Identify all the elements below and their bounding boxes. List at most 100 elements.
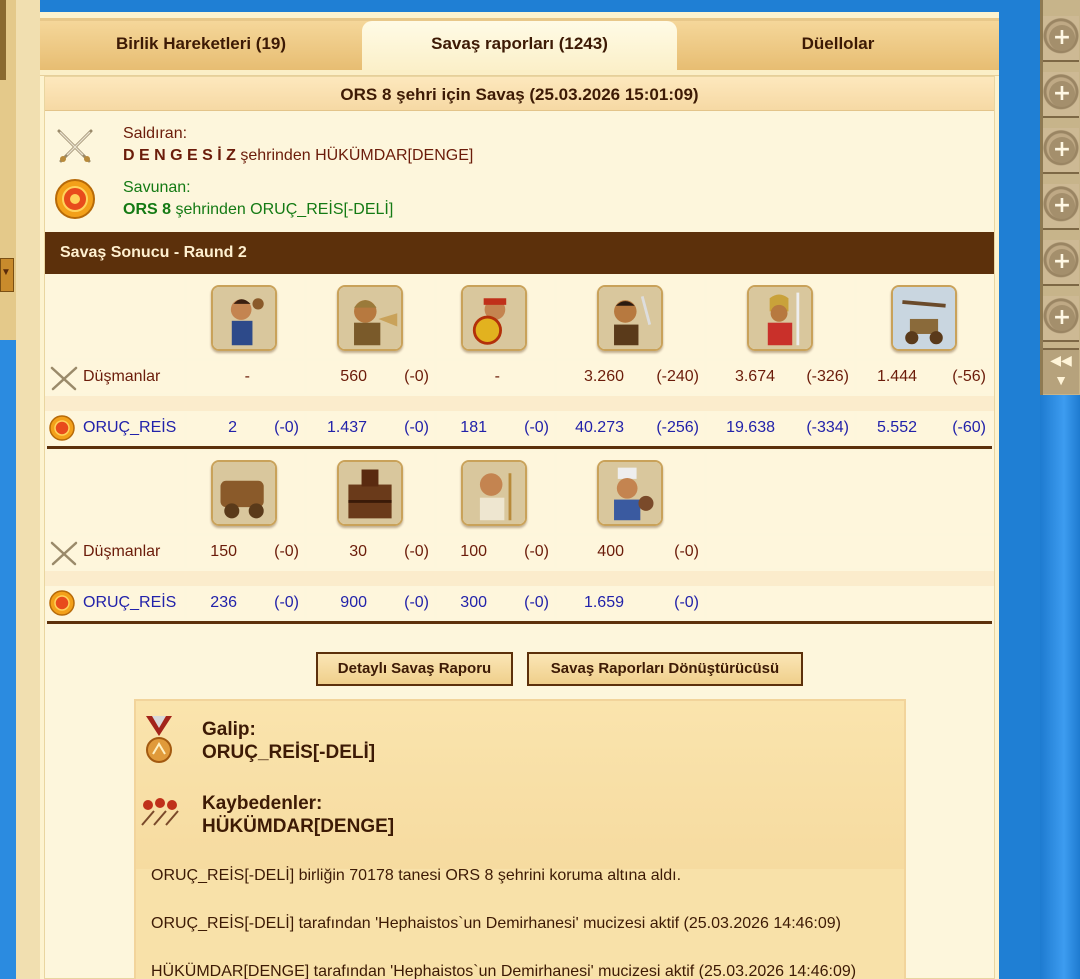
unit-cell <box>857 278 992 358</box>
losers-name[interactable]: HÜKÜMDAR[DENGE] <box>202 816 394 838</box>
own-count: 19.638 <box>726 419 775 436</box>
priest-unit-icon[interactable] <box>461 460 527 526</box>
unit-cell <box>557 453 704 533</box>
own-loss: (-60) <box>952 419 986 436</box>
own-count: 900 <box>340 594 367 611</box>
own-cell: 2 (-0) <box>187 412 304 444</box>
enemy-loss: (-240) <box>656 368 699 385</box>
unit-cell <box>307 278 434 358</box>
chariot-unit-icon[interactable] <box>211 460 277 526</box>
battle-result-header: Savaş Sonucu - Raund 2 <box>45 232 994 274</box>
attacker-label: Saldıran: <box>123 125 188 142</box>
unit-cell <box>187 278 304 358</box>
unit-cell <box>707 278 854 358</box>
right-rail: + + + + + + ◀◀ ▼ <box>1040 0 1080 979</box>
double-arrow-left-icon[interactable]: ◀◀ <box>1043 350 1079 370</box>
swordsman-unit-icon[interactable] <box>461 285 527 351</box>
own-player-label[interactable]: ORUÇ_REİS <box>83 594 176 612</box>
enemies-label-cell: Düşmanlar <box>47 361 184 393</box>
left-collapse-toggle[interactable] <box>0 258 14 292</box>
enemy-cell: 3.674 (-326) <box>707 361 854 393</box>
rail-scroll-arrows[interactable]: ◀◀ ▼ <box>1043 348 1079 394</box>
tab-battle-reports[interactable]: Savaş raporları (1243) <box>362 21 677 73</box>
catapult-unit-icon[interactable] <box>891 285 957 351</box>
arrow-down-icon[interactable]: ▼ <box>1043 370 1079 390</box>
rail-plus-button-3[interactable]: + <box>1043 128 1079 174</box>
attacker-city-link[interactable]: D E N G E S İ Z <box>123 147 236 164</box>
unit-cell <box>557 278 704 358</box>
own-loss: (-0) <box>404 419 429 436</box>
unit-cell <box>307 453 434 533</box>
rail-plus-button-1[interactable]: + <box>1043 16 1079 62</box>
attacker-line: D E N G E S İ Z şehrinden HÜKÜMDAR[DENGE… <box>123 147 473 165</box>
enemy-loss: (-326) <box>806 368 849 385</box>
plus-icon: + <box>1049 193 1075 219</box>
archer-unit-icon[interactable] <box>597 285 663 351</box>
unit-header-blank <box>47 453 184 533</box>
rail-plus-button-4[interactable]: + <box>1043 184 1079 230</box>
attacker-player[interactable]: şehrinden HÜKÜMDAR[DENGE] <box>236 147 473 164</box>
trader-unit-icon[interactable] <box>597 460 663 526</box>
enemy-count: 3.674 <box>734 368 775 385</box>
enemy-cell: 1.444 (-56) <box>857 361 992 393</box>
enemy-cell: 400 (-0) <box>557 536 704 568</box>
own-cell: 5.552 (-60) <box>857 412 992 444</box>
own-count: 1.437 <box>326 419 367 436</box>
own-count: 300 <box>460 594 487 611</box>
enemy-count: - <box>494 368 500 385</box>
battle-summary: Galip: ORUÇ_REİS[-DELİ] Kaybedenler: HÜK… <box>134 699 906 979</box>
tab-troop-movements[interactable]: Birlik Hareketleri (19) <box>40 21 362 73</box>
own-cell: 40.273 (-256) <box>557 412 704 444</box>
own-count: 1.659 <box>583 594 624 611</box>
shield-icon <box>55 179 95 219</box>
unit-cell <box>187 453 304 533</box>
empty-cell <box>707 453 992 533</box>
own-loss: (-0) <box>524 594 549 611</box>
left-sidebar-strip <box>0 0 16 979</box>
row-spacer <box>45 571 994 586</box>
empty-cell <box>707 536 992 568</box>
enemy-count: 30 <box>349 543 367 560</box>
detailed-report-button[interactable]: Detaylı Savaş Raporu <box>316 652 513 686</box>
enemy-cell: 150 (-0) <box>187 536 304 568</box>
enemy-count: 150 <box>210 543 237 560</box>
enemy-loss: (-0) <box>404 543 429 560</box>
own-loss: (-0) <box>274 594 299 611</box>
defender-city-link[interactable]: ORS 8 <box>123 201 171 218</box>
shield-icon <box>49 415 75 441</box>
unit-header-blank <box>47 278 184 358</box>
own-player-label[interactable]: ORUÇ_REİS <box>83 419 176 437</box>
own-loss: (-0) <box>524 419 549 436</box>
winner-name[interactable]: ORUÇ_REİS[-DELİ] <box>202 742 375 764</box>
left-frame <box>0 0 6 80</box>
enemy-loss: (-0) <box>524 543 549 560</box>
unit-cell <box>437 453 554 533</box>
shield-icon <box>49 590 75 616</box>
winner-label: Galip: <box>202 719 256 740</box>
hoplite-unit-icon[interactable] <box>337 285 403 351</box>
panel-border <box>16 0 40 979</box>
enemies-label: Düşmanlar <box>83 368 161 385</box>
rail-plus-button-5[interactable]: + <box>1043 240 1079 286</box>
enemy-cell: 560 (-0) <box>307 361 434 393</box>
rail-plus-button-2[interactable]: + <box>1043 72 1079 118</box>
report-converter-button[interactable]: Savaş Raporları Dönüştürücüsü <box>527 652 803 686</box>
tab-duels[interactable]: Düellolar <box>677 21 999 73</box>
own-cell: 181 (-0) <box>437 412 554 444</box>
own-count: 40.273 <box>575 419 624 436</box>
tab-bar: Birlik Hareketleri (19) Savaş raporları … <box>40 18 999 73</box>
siege-tower-unit-icon[interactable] <box>337 460 403 526</box>
own-count: 2 <box>228 419 237 436</box>
own-loss: (-0) <box>274 419 299 436</box>
crossed-swords-icon <box>57 129 93 163</box>
own-cell: 236 (-0) <box>187 587 304 619</box>
rail-plus-button-6[interactable]: + <box>1043 296 1079 342</box>
medal-icon <box>146 716 172 763</box>
own-count: 5.552 <box>876 419 917 436</box>
defeated-troops-icon <box>141 798 179 826</box>
horseman-unit-icon[interactable] <box>747 285 813 351</box>
defender-player[interactable]: şehrinden ORUÇ_REİS[-DELİ] <box>171 201 393 218</box>
reports-panel: Birlik Hareketleri (19) Savaş raporları … <box>40 12 999 979</box>
enemy-count: - <box>244 368 250 385</box>
slinger-unit-icon[interactable] <box>211 285 277 351</box>
